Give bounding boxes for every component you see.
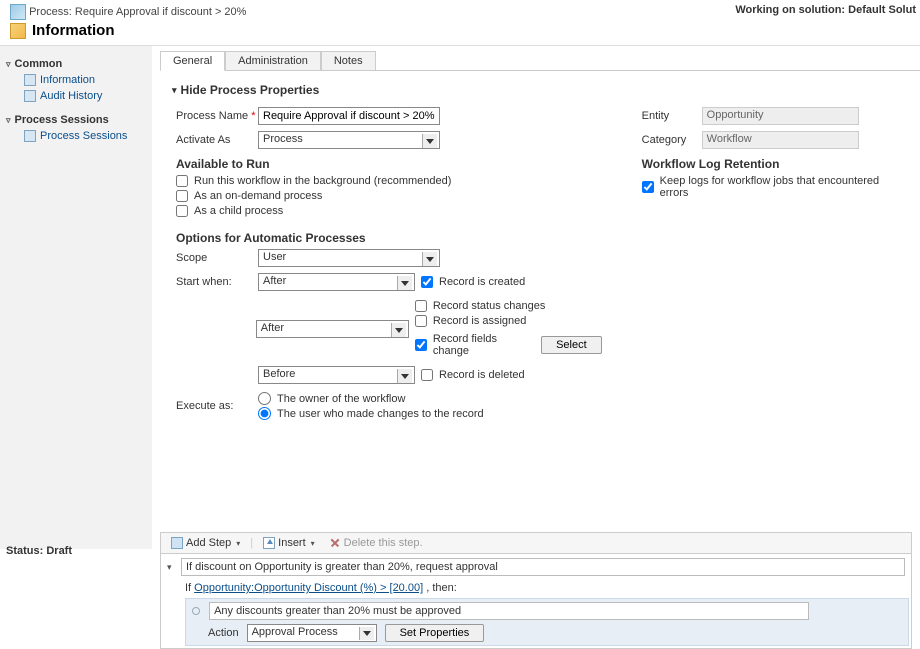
scope-label: Scope <box>176 252 258 264</box>
tab-administration[interactable]: Administration <box>225 51 321 70</box>
substep-description-input[interactable]: Any discounts greater than 20% must be a… <box>209 602 809 620</box>
radio-owner[interactable]: The owner of the workflow <box>258 392 484 405</box>
nav-section-process-sessions[interactable]: Process Sessions <box>6 114 146 126</box>
process-name-display: Require Approval if discount > 20% <box>75 6 247 18</box>
chk-record-status[interactable]: Record status changes <box>415 300 602 312</box>
delete-icon <box>329 537 341 549</box>
action-select[interactable]: Approval Process <box>247 624 377 642</box>
chk-record-deleted[interactable]: Record is deleted <box>421 369 525 381</box>
info-icon <box>24 74 36 86</box>
nav-item-process-sessions[interactable]: Process Sessions <box>6 128 146 144</box>
start-when-before-select[interactable]: Before <box>258 366 415 384</box>
condition-link[interactable]: Opportunity:Opportunity Discount (%) > [… <box>194 582 423 594</box>
information-icon <box>10 23 26 39</box>
hide-process-properties-toggle[interactable]: Hide Process Properties <box>172 83 904 97</box>
start-when-after-select-1[interactable]: After <box>258 273 415 291</box>
process-icon <box>10 4 26 20</box>
select-fields-button[interactable]: Select <box>541 336 602 354</box>
nav-section-common[interactable]: Common <box>6 58 146 70</box>
nav-item-information[interactable]: Information <box>6 72 146 88</box>
action-label: Action <box>208 627 239 639</box>
sessions-icon <box>24 130 36 142</box>
category-label: Category <box>642 134 702 146</box>
tab-general[interactable]: General <box>160 51 225 71</box>
delete-step-button: Delete this step. <box>325 536 427 550</box>
tab-notes[interactable]: Notes <box>321 51 376 70</box>
left-nav: Common Information Audit History Process… <box>0 46 152 549</box>
activate-as-label: Activate As <box>176 134 258 146</box>
insert-button[interactable]: Insert <box>259 536 319 550</box>
chk-record-fields-change[interactable]: Record fields change <box>415 333 531 357</box>
radio-user[interactable]: The user who made changes to the record <box>258 407 484 420</box>
substep-container: Any discounts greater than 20% must be a… <box>185 598 909 646</box>
chk-ondemand[interactable]: As an on-demand process <box>176 190 602 202</box>
step-toolbar: Add Step | Insert Delete this step. <box>160 532 912 553</box>
scope-select[interactable]: User <box>258 249 440 267</box>
chk-record-created[interactable]: Record is created <box>421 276 525 288</box>
solution-indicator: Working on solution: Default Solut <box>735 4 916 16</box>
chk-record-assigned[interactable]: Record is assigned <box>415 315 602 327</box>
options-header: Options for Automatic Processes <box>176 231 602 245</box>
header: Process: Require Approval if discount > … <box>0 0 920 46</box>
set-properties-button[interactable]: Set Properties <box>385 624 485 642</box>
process-prefix: Process: <box>29 6 72 18</box>
chk-child-process[interactable]: As a child process <box>176 205 602 217</box>
execute-as-label: Execute as: <box>176 400 258 412</box>
nav-item-audit-history[interactable]: Audit History <box>6 88 146 104</box>
available-to-run-header: Available to Run <box>176 157 602 171</box>
process-name-input[interactable] <box>258 107 440 125</box>
process-name-label: Process Name <box>176 110 258 122</box>
history-icon <box>24 90 36 102</box>
page-title-text: Information <box>32 22 115 39</box>
if-condition-line: If Opportunity:Opportunity Discount (%) … <box>185 582 909 594</box>
retention-header: Workflow Log Retention <box>642 157 904 171</box>
start-when-after-select-2[interactable]: After <box>256 320 409 338</box>
step-editor: ▾ If discount on Opportunity is greater … <box>160 553 912 649</box>
insert-icon <box>263 537 275 549</box>
category-field: Workflow <box>702 131 859 149</box>
entity-field: Opportunity <box>702 107 859 125</box>
add-step-icon <box>171 537 183 549</box>
page-title: Information <box>10 22 910 39</box>
tab-strip: GeneralAdministrationNotes <box>160 50 920 70</box>
activate-as-select[interactable]: Process <box>258 131 440 149</box>
add-step-button[interactable]: Add Step <box>167 536 244 550</box>
start-when-label: Start when: <box>176 276 258 288</box>
chk-run-background[interactable]: Run this workflow in the background (rec… <box>176 175 602 187</box>
status-bar: Status: Draft <box>6 545 72 557</box>
step-expand-toggle[interactable]: ▾ <box>167 562 177 573</box>
substep-bullet-icon <box>192 607 200 615</box>
entity-label: Entity <box>642 110 702 122</box>
chk-keep-logs[interactable]: Keep logs for workflow jobs that encount… <box>642 175 904 199</box>
